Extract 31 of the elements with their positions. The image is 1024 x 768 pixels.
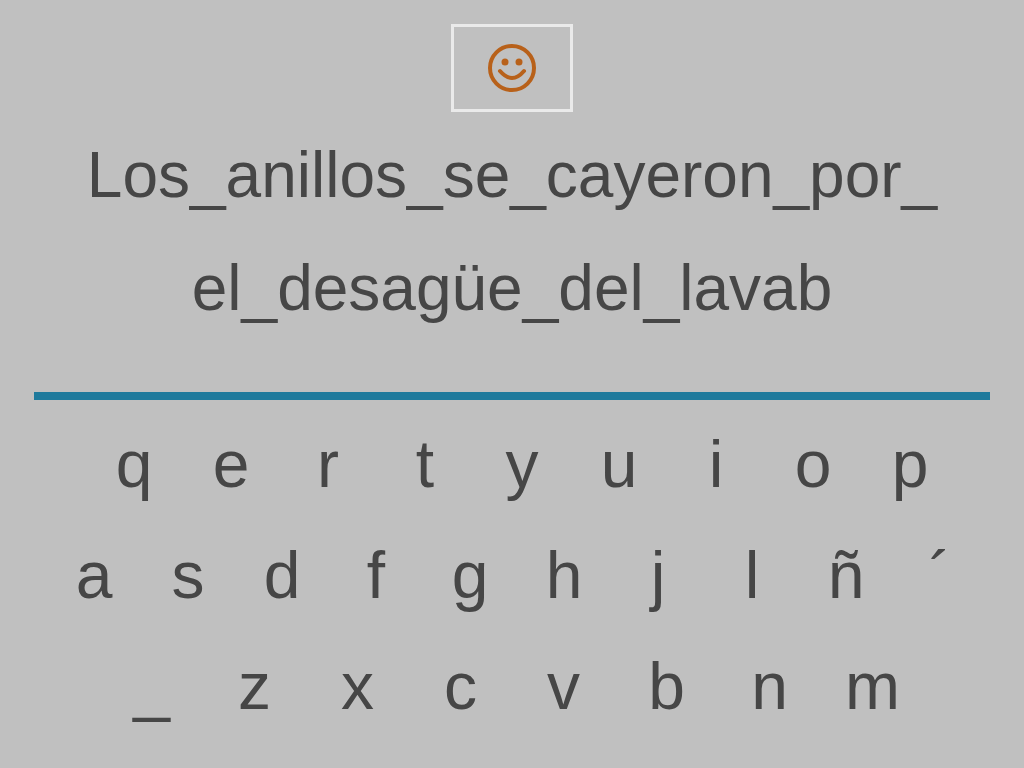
letter-key[interactable]: v	[512, 640, 615, 731]
letter-key[interactable]: e	[182, 418, 280, 509]
letter-key[interactable]: ´	[893, 529, 987, 620]
letter-key[interactable]: s	[141, 529, 235, 620]
letter-key[interactable]: j	[611, 529, 705, 620]
letter-key[interactable]: b	[615, 640, 718, 731]
letter-key[interactable]: a	[47, 529, 141, 620]
letter-key[interactable]: t	[376, 418, 474, 509]
letter-key[interactable]: ñ	[799, 529, 893, 620]
letter-key[interactable]: d	[235, 529, 329, 620]
letter-key[interactable]: f	[329, 529, 423, 620]
sentence-text: el_desagüe_del_lavab	[191, 251, 833, 326]
letter-key[interactable]: o	[764, 418, 862, 509]
letter-key[interactable]: q	[85, 418, 183, 509]
letter-key[interactable]: i	[667, 418, 765, 509]
letter-key[interactable]: n	[718, 640, 821, 731]
letter-key[interactable]: g	[423, 529, 517, 620]
letter-key[interactable]: l	[705, 529, 799, 620]
letter-key[interactable]: c	[409, 640, 512, 731]
letter-key[interactable]: y	[473, 418, 571, 509]
letter-key[interactable]: h	[517, 529, 611, 620]
letter-key[interactable]: z	[203, 640, 306, 731]
letter-key[interactable]: u	[570, 418, 668, 509]
letter-key[interactable]: x	[306, 640, 409, 731]
smiley-button[interactable]	[451, 24, 573, 112]
letter-key[interactable]: m	[821, 640, 924, 731]
letter-key[interactable]: _	[100, 640, 203, 731]
letter-key[interactable]: r	[279, 418, 377, 509]
letter-key[interactable]: p	[861, 418, 959, 509]
sentence-text: Los_anillos_se_cayeron_por_	[86, 138, 938, 213]
smiley-icon	[487, 43, 537, 93]
